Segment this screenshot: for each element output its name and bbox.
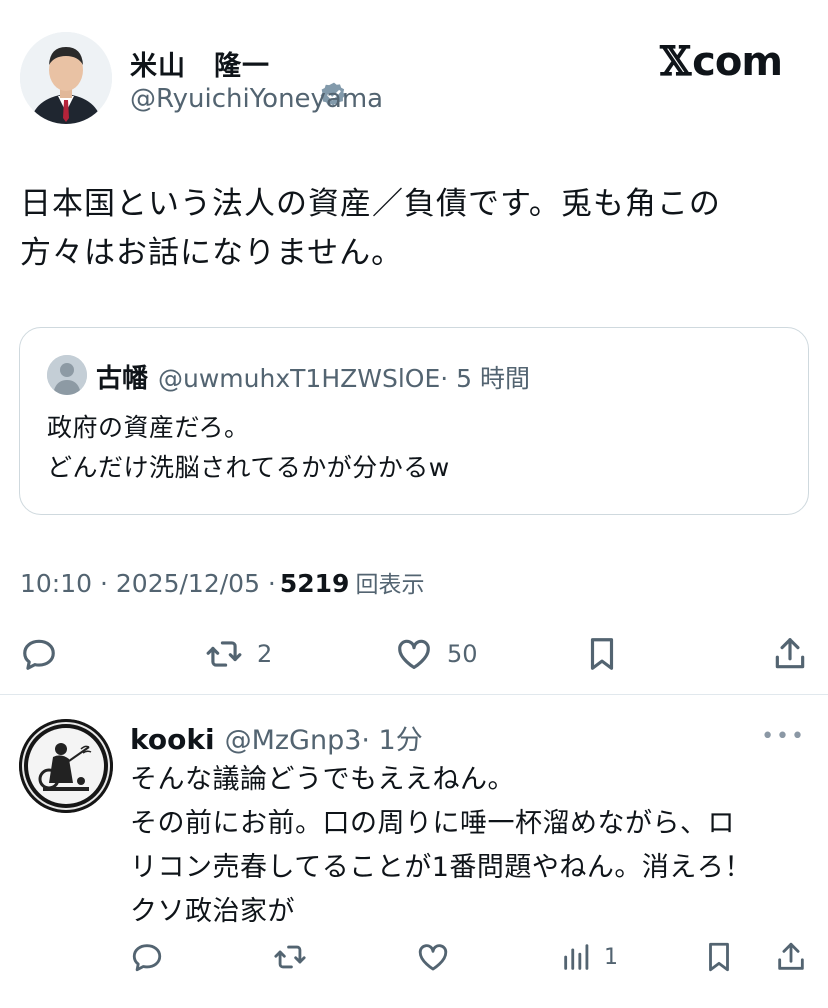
reply-text-line: そんな議論どうでもええねん。: [130, 764, 515, 795]
quoted-tweet-card[interactable]: 古幡 @uwmuhxT1HZWSlOE · 5 時間 政府の資産だろ。 どんだけ…: [19, 327, 809, 515]
x-com-text: com: [692, 38, 783, 85]
reply-share-button[interactable]: [774, 940, 808, 974]
reply-header: kooki @MzGnp3 · 1分: [130, 718, 423, 757]
heart-icon: [418, 944, 448, 971]
reply-views-count: 1: [604, 944, 618, 970]
quoted-author-handle: @uwmuhxT1HZWSlOE: [158, 364, 441, 393]
author-avatar[interactable]: [20, 32, 112, 124]
reply-body: そんな議論どうでもええねん。 その前にお前。口の周りに唾一杯溜めながら、ロ リコ…: [130, 758, 810, 934]
bookmark-icon: [709, 942, 729, 972]
quoted-author-name: 古幡: [96, 364, 149, 394]
analytics-icon: [564, 944, 589, 970]
reply-like-button[interactable]: [416, 940, 450, 974]
retweet-button[interactable]: 2: [205, 635, 272, 673]
like-button[interactable]: 50: [395, 635, 478, 673]
reply-time: · 1分: [361, 725, 423, 756]
verified-badge-icon: [278, 50, 345, 106]
retweet-count: 2: [257, 640, 273, 668]
reply-reply-button[interactable]: [130, 940, 164, 974]
reply-author-name[interactable]: kooki: [130, 723, 215, 756]
x-logo-icon: 𝕏: [660, 38, 691, 85]
author-name[interactable]: 米山 隆一: [130, 44, 345, 106]
like-count: 50: [447, 640, 478, 668]
x-com-logo: 𝕏 com: [660, 38, 783, 85]
quoted-text-line: どんだけ洗脳されてるかが分かるw: [47, 453, 450, 482]
heart-icon: [398, 639, 430, 670]
more-options-icon[interactable]: •••: [761, 724, 806, 749]
retweet-icon: [206, 641, 242, 667]
quoted-avatar-icon: [47, 355, 87, 395]
quoted-tweet-header: 古幡 @uwmuhxT1HZWSlOE · 5 時間: [96, 358, 530, 395]
reply-author-avatar[interactable]: [19, 719, 113, 813]
tweet-text: 日本国という法人の資産／負債です。兎も角この 方々はお話になりません。: [20, 180, 800, 278]
tweet-timestamp[interactable]: 10:10 · 2025/12/05 ·: [20, 569, 276, 598]
quoted-time: · 5 時間: [440, 364, 531, 393]
quoted-tweet-body: 政府の資産だろ。 どんだけ洗脳されてるかが分かるw: [47, 408, 450, 488]
share-button[interactable]: [771, 635, 809, 673]
reply-button[interactable]: [20, 635, 58, 673]
bookmark-icon: [590, 638, 614, 670]
quoted-text-line: 政府の資産だろ。: [47, 413, 250, 442]
reply-retweet-button[interactable]: [273, 940, 307, 974]
tweet-meta: 10:10 · 2025/12/05 · 5219 回表示: [20, 565, 424, 599]
divider: [0, 694, 828, 695]
views-count: 5219: [279, 569, 350, 598]
tweet-text-line: 方々はお話になりません。: [20, 235, 404, 271]
reply-text-line: その前にお前。口の周りに唾一杯溜めながら、ロ: [130, 808, 735, 839]
reply-icon: [23, 639, 55, 670]
retweet-icon: [274, 945, 306, 969]
share-icon: [778, 942, 804, 970]
reply-text-line: リコン売春してることが1番問題やねん。消えろ！: [130, 852, 752, 883]
views-label: 回表示: [355, 572, 425, 598]
reply-views-button[interactable]: 1: [560, 940, 618, 974]
reply-author-handle[interactable]: @MzGnp3: [225, 725, 362, 756]
share-icon: [775, 638, 805, 669]
author-handle[interactable]: @RyuichiYoneyama: [130, 84, 383, 114]
author-name-text[interactable]: 米山 隆一: [130, 44, 270, 83]
bookmark-button[interactable]: [583, 635, 621, 673]
reply-text-line: クソ政治家が: [130, 896, 295, 927]
reply-icon: [132, 944, 162, 972]
tweet-text-line: 日本国という法人の資産／負債です。兎も角この: [20, 186, 721, 222]
reply-bookmark-button[interactable]: [702, 940, 736, 974]
